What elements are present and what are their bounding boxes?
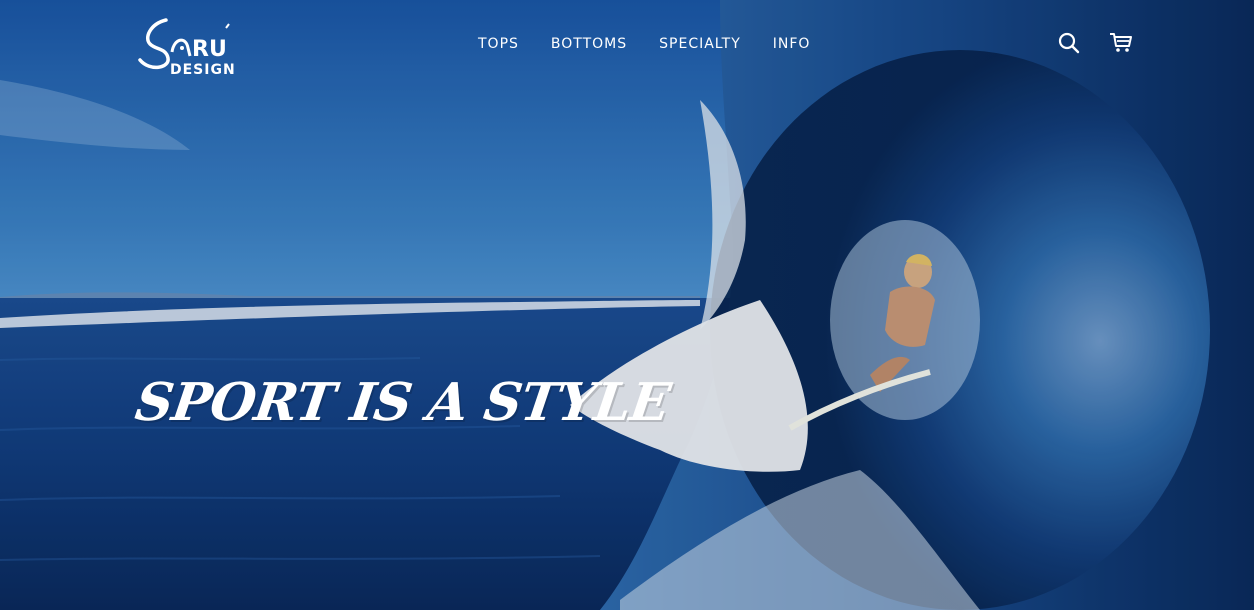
brand-logo-mark: RU DESIGN — [138, 18, 236, 78]
nav-item-bottoms[interactable]: BOTTOMS — [551, 36, 627, 52]
nav-item-info[interactable]: INFO — [773, 36, 811, 52]
nav-item-specialty[interactable]: SPECIALTY — [659, 36, 741, 52]
cart-icon[interactable] — [1108, 30, 1134, 56]
nav-item-tops[interactable]: TOPS — [478, 36, 519, 52]
brand-logo[interactable]: RU DESIGN — [136, 14, 246, 80]
main-nav: TOPS BOTTOMS SPECIALTY INFO — [478, 36, 810, 52]
hero-tagline: SPORT IS A STYLE — [131, 372, 674, 433]
svg-text:RU: RU — [192, 37, 227, 62]
hero-background-image — [0, 0, 1254, 610]
site-header: RU DESIGN TOPS BOTTOMS SPECIALTY INFO — [0, 0, 1254, 90]
svg-text:DESIGN: DESIGN — [170, 62, 236, 78]
header-actions — [1056, 30, 1134, 56]
search-icon[interactable] — [1056, 30, 1082, 56]
hero-section: RU DESIGN TOPS BOTTOMS SPECIALTY INFO SP… — [0, 0, 1254, 610]
